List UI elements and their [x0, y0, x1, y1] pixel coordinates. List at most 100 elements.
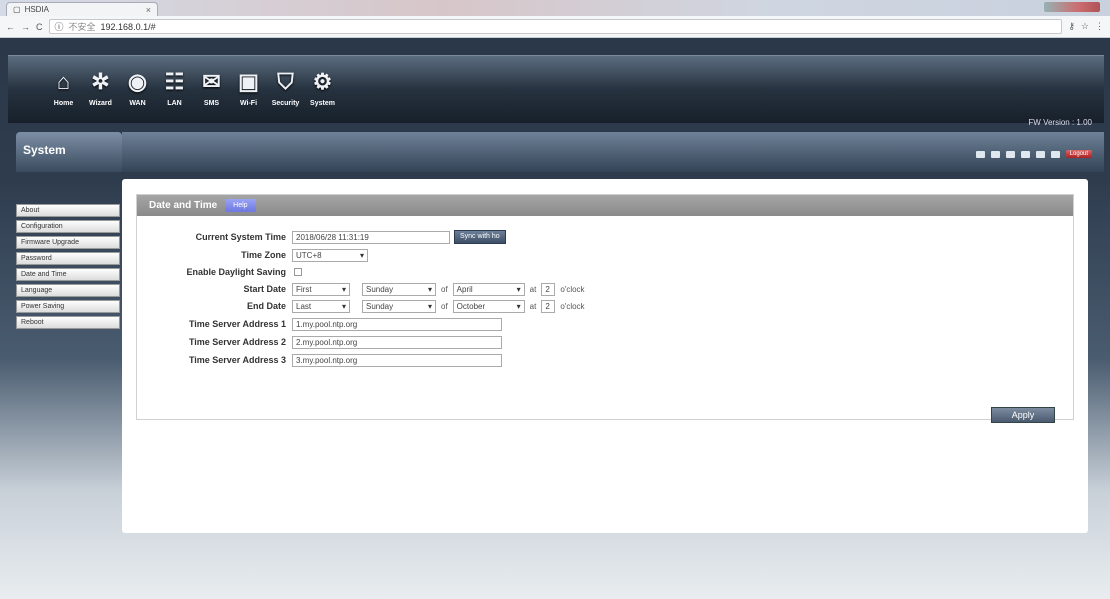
- wizard-icon: ✲: [91, 69, 110, 94]
- row-timezone: Time Zone UTC+8: [137, 248, 368, 262]
- nav-label: Home: [53, 100, 74, 107]
- nav-security[interactable]: ⛉ Security: [270, 66, 301, 118]
- server3-input[interactable]: 3.my.pool.ntp.org: [292, 353, 502, 367]
- back-icon[interactable]: ←: [6, 22, 15, 32]
- status-strip: [122, 132, 1104, 172]
- end-day-select[interactable]: Sunday: [362, 299, 436, 313]
- sidebar-item-date-and-time[interactable]: Date and Time: [16, 268, 120, 281]
- nav-lan[interactable]: ☷ LAN: [159, 66, 190, 118]
- sidebar-item-password[interactable]: Password: [16, 252, 120, 265]
- nav-wifi[interactable]: ▣ Wi-Fi: [233, 66, 264, 118]
- row-server2: Time Server Address 2 2.my.pool.ntp.org: [137, 335, 502, 349]
- row-start-date: Start Date First Sunday of April at 2 o'…: [137, 282, 590, 296]
- nav-sms[interactable]: ✉ SMS: [196, 66, 227, 118]
- wifi-status-icon: [1050, 150, 1060, 158]
- start-week-select[interactable]: First: [292, 282, 350, 296]
- at-text: at: [529, 301, 537, 311]
- nav-label: Wizard: [89, 100, 112, 107]
- wifi-icon: ▣: [238, 69, 259, 94]
- logout-button[interactable]: Logout: [1065, 150, 1092, 158]
- box-header: Date and Time Help: [137, 195, 1073, 216]
- url-text: 192.168.0.1/#: [100, 21, 156, 32]
- nav-label: LAN: [167, 100, 182, 107]
- oclock-text: o'clock: [560, 301, 585, 311]
- info-icon: ⓘ: [54, 22, 64, 32]
- dst-label: Enable Daylight Saving: [186, 267, 286, 277]
- browser-tab-bar: ▢ HSDIA ×: [0, 0, 1110, 16]
- server2-input[interactable]: 2.my.pool.ntp.org: [292, 335, 502, 349]
- server2-label: Time Server Address 2: [188, 337, 286, 347]
- end-date-label: End Date: [246, 301, 286, 311]
- signal-icon: [990, 150, 1000, 158]
- nav-label: System: [310, 100, 335, 107]
- content-panel: Date and Time Help Current System Time 2…: [122, 179, 1088, 533]
- sidebar-item-configuration[interactable]: Configuration: [16, 220, 120, 233]
- oclock-text: o'clock: [560, 284, 585, 294]
- browser-logo: [1044, 2, 1100, 12]
- row-end-date: End Date Last Sunday of October at 2 o'c…: [137, 299, 590, 313]
- current-time-field[interactable]: 2018/06/28 11:31:19: [292, 230, 450, 244]
- forward-icon[interactable]: →: [21, 22, 30, 32]
- apply-button[interactable]: Apply: [991, 407, 1055, 423]
- sidebar-item-language[interactable]: Language: [16, 284, 120, 297]
- nav-wizard[interactable]: ✲ Wizard: [85, 66, 116, 118]
- sim-icon: [975, 150, 985, 158]
- start-month-select[interactable]: April: [452, 282, 525, 296]
- tab-close-icon[interactable]: ×: [146, 5, 151, 15]
- sidebar-item-power-saving[interactable]: Power Saving: [16, 300, 120, 313]
- bookmark-star-icon[interactable]: ☆: [1081, 21, 1089, 32]
- tab-title: HSDIA: [24, 5, 50, 14]
- start-date-label: Start Date: [243, 284, 286, 294]
- sync-with-host-button[interactable]: Sync with ho: [454, 230, 506, 244]
- server1-label: Time Server Address 1: [188, 319, 286, 329]
- timezone-select[interactable]: UTC+8: [292, 248, 368, 262]
- address-bar: ← → C ⓘ 不安全 192.168.0.1/# ⚷ ☆ ⋮: [0, 16, 1110, 38]
- sidebar-item-about[interactable]: About: [16, 204, 120, 217]
- firmware-version: FW Version : 1.00: [1028, 118, 1092, 127]
- reload-icon[interactable]: C: [36, 22, 43, 32]
- start-day-select[interactable]: Sunday: [362, 282, 436, 296]
- wan-icon: ◉: [127, 69, 148, 94]
- nav-label: Security: [271, 100, 300, 107]
- menu-icon[interactable]: ⋮: [1095, 21, 1104, 32]
- sms-icon: ✉: [202, 69, 221, 94]
- nav-label: SMS: [203, 100, 220, 107]
- url-field[interactable]: ⓘ 不安全 192.168.0.1/#: [48, 19, 1063, 34]
- end-week-select[interactable]: Last: [292, 299, 350, 313]
- sidebar-item-firmware-upgrade[interactable]: Firmware Upgrade: [16, 236, 120, 249]
- dst-checkbox[interactable]: [294, 268, 302, 276]
- security-label: 不安全: [68, 22, 96, 32]
- security-icon: ⛉: [277, 69, 294, 94]
- timezone-label: Time Zone: [241, 250, 286, 260]
- nav-wan[interactable]: ◉ WAN: [122, 66, 153, 118]
- router-header: ⌂ Home ✲ Wizard ◉ WAN ☷ LAN ✉ SMS ▣ Wi-F…: [8, 55, 1104, 127]
- server1-input[interactable]: 1.my.pool.ntp.org: [292, 317, 502, 331]
- browser-tab[interactable]: ▢ HSDIA ×: [6, 2, 158, 16]
- message-icon: [1035, 150, 1045, 158]
- main-nav: ⌂ Home ✲ Wizard ◉ WAN ☷ LAN ✉ SMS ▣ Wi-F…: [48, 66, 338, 118]
- sidebar-menu: About Configuration Firmware Upgrade Pas…: [16, 204, 122, 332]
- home-icon: ⌂: [56, 69, 71, 94]
- server3-label: Time Server Address 3: [188, 355, 286, 365]
- nav-home[interactable]: ⌂ Home: [48, 66, 79, 118]
- nav-system[interactable]: ⚙ System: [307, 66, 338, 118]
- row-current-time: Current System Time 2018/06/28 11:31:19 …: [137, 230, 506, 244]
- nav-label: WAN: [129, 100, 146, 107]
- network-icon: [1005, 150, 1015, 158]
- current-time-label: Current System Time: [195, 232, 286, 242]
- of-text: of: [441, 301, 448, 311]
- row-server3: Time Server Address 3 3.my.pool.ntp.org: [137, 353, 502, 367]
- box-title: Date and Time: [149, 200, 218, 211]
- battery-icon: [1020, 150, 1030, 158]
- row-dst: Enable Daylight Saving: [137, 265, 302, 279]
- key-icon[interactable]: ⚷: [1068, 21, 1075, 32]
- of-text: of: [441, 284, 448, 294]
- end-month-select[interactable]: October: [452, 299, 525, 313]
- page-icon: ▢: [13, 5, 21, 14]
- end-hour-input[interactable]: 2: [541, 299, 556, 313]
- start-hour-input[interactable]: 2: [541, 282, 556, 296]
- sidebar-item-reboot[interactable]: Reboot: [16, 316, 120, 329]
- help-button[interactable]: Help: [225, 199, 256, 212]
- at-text: at: [529, 284, 537, 294]
- nav-label: Wi-Fi: [239, 100, 258, 107]
